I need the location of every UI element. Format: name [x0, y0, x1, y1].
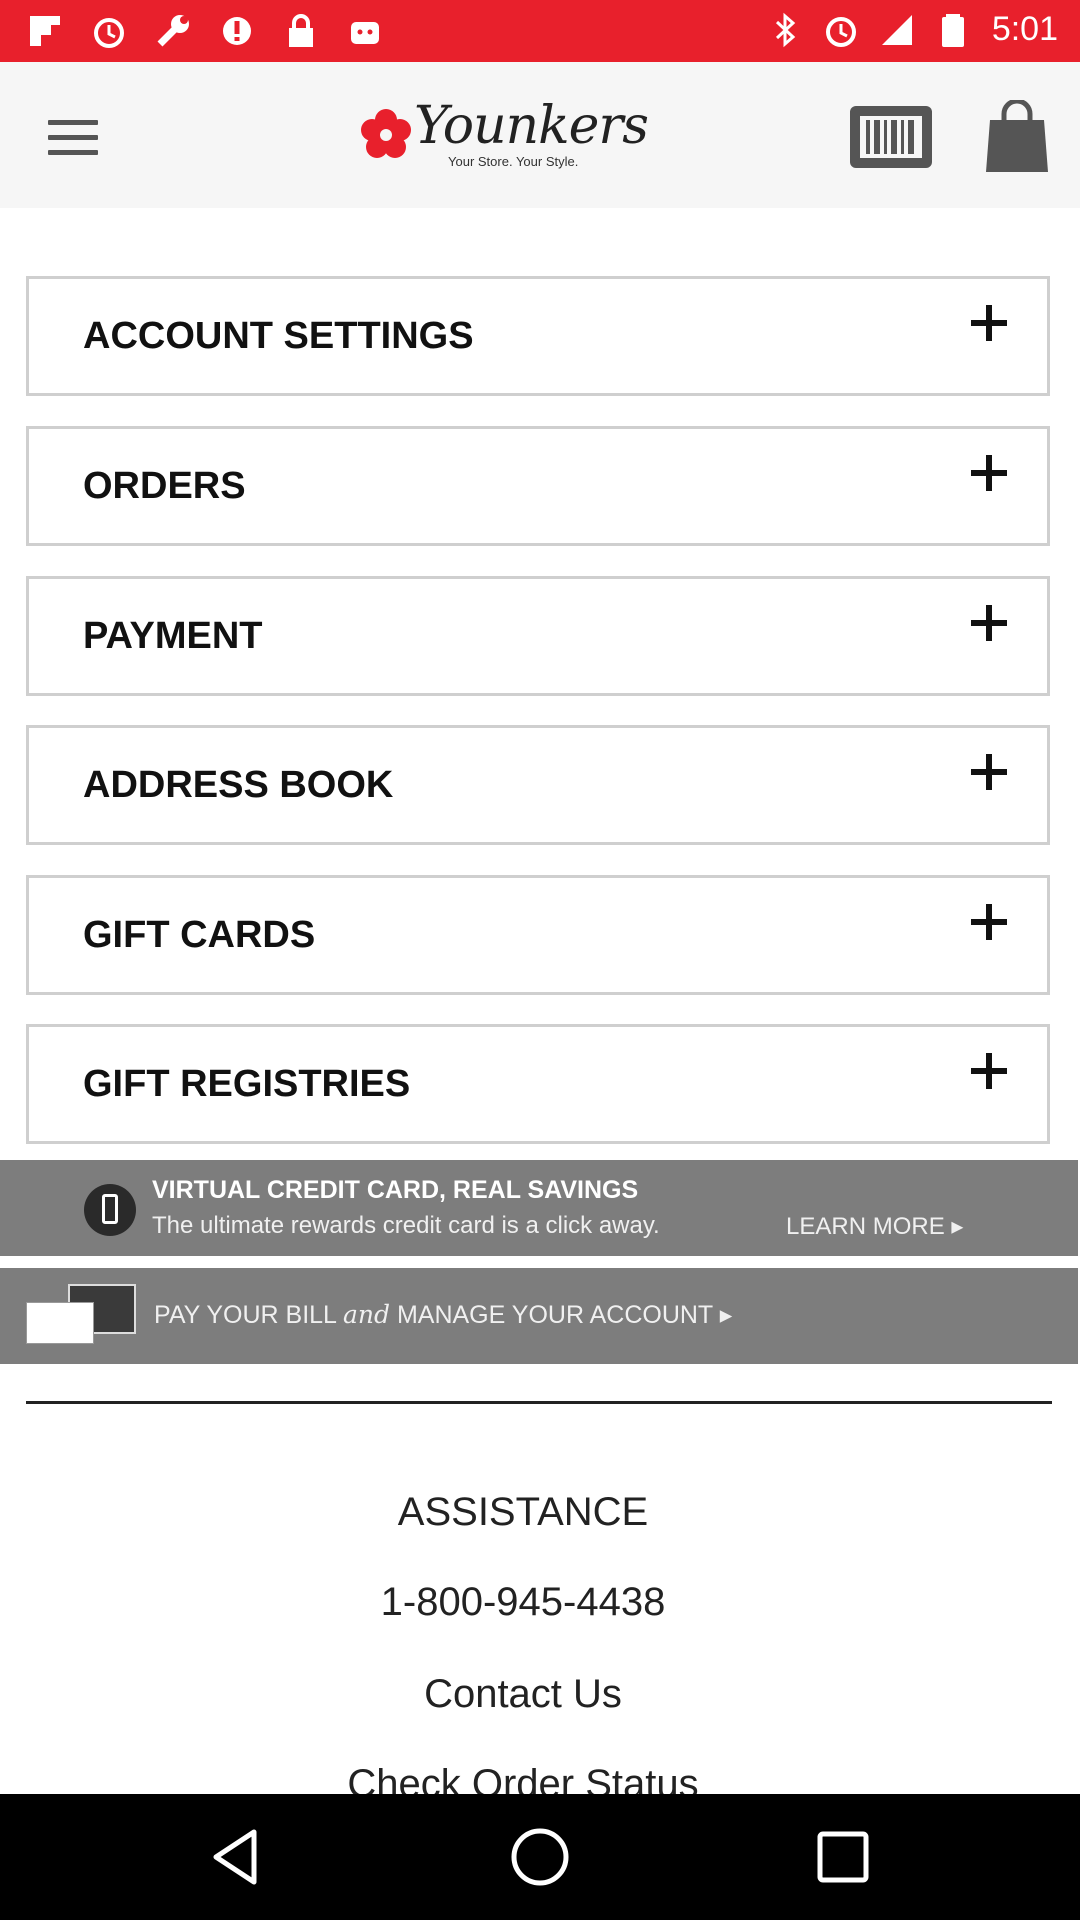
assistance-heading: ASSISTANCE	[397, 1490, 649, 1534]
contact-us-link[interactable]: Contact Us	[0, 1672, 1046, 1717]
menu-item-label: GIFT REGISTRIES	[83, 1063, 411, 1105]
manage-account-text: MANAGE YOUR ACCOUNT	[396, 1301, 713, 1329]
signal-icon	[881, 14, 912, 45]
recent-apps-icon[interactable]	[810, 1824, 876, 1890]
bluetooth-icon	[775, 12, 796, 47]
triangle-right-icon: ▸	[951, 1213, 964, 1240]
status-bar: 5:01	[0, 0, 1080, 62]
learn-more-label: LEARN MORE	[786, 1213, 945, 1240]
expand-plus-icon[interactable]	[971, 904, 1007, 940]
alarm-icon	[94, 18, 124, 48]
younkers-logo[interactable]: Younkers Your Store. Your Style.	[360, 96, 649, 174]
menu-item-address-book[interactable]: ADDRESS BOOK	[26, 725, 1050, 845]
menu-item-label: PAYMENT	[83, 615, 263, 657]
learn-more-link[interactable]: LEARN MORE ▸	[786, 1212, 963, 1241]
app-header: Younkers Your Store. Your Style.	[0, 62, 1080, 208]
pay-bill-banner[interactable]: PAY YOUR BILL and MANAGE YOUR ACCOUNT ▸	[0, 1268, 1078, 1364]
phone-number-link[interactable]: 1-800-945-4438	[0, 1580, 1046, 1625]
menu-item-gift-registries[interactable]: GIFT REGISTRIES	[26, 1024, 1050, 1144]
brand-tagline: Your Store. Your Style.	[448, 154, 579, 169]
mobile-phone-icon	[84, 1184, 136, 1236]
menu-item-label: ADDRESS BOOK	[83, 764, 394, 806]
expand-plus-icon[interactable]	[971, 1053, 1007, 1089]
expand-plus-icon[interactable]	[971, 605, 1007, 641]
lock-icon	[289, 14, 313, 47]
divider	[26, 1401, 1052, 1404]
status-time: 5:01	[991, 10, 1058, 48]
home-icon[interactable]	[507, 1824, 573, 1890]
battery-icon	[941, 13, 964, 47]
credit-banner-subtitle: The ultimate rewards credit card is a cl…	[152, 1212, 660, 1239]
shopping-bag-icon[interactable]	[986, 100, 1048, 172]
menu-item-label: GIFT CARDS	[83, 914, 316, 956]
flipboard-icon	[30, 16, 60, 46]
menu-item-label: ACCOUNT SETTINGS	[83, 315, 474, 357]
credit-banner-title: VIRTUAL CREDIT CARD, REAL SAVINGS	[152, 1176, 639, 1204]
flower-logo-icon	[361, 109, 411, 158]
warning-icon	[223, 17, 251, 45]
wrench-icon	[157, 15, 189, 47]
menu-item-payment[interactable]: PAYMENT	[26, 576, 1050, 696]
brand-name: Younkers	[414, 96, 649, 156]
expand-plus-icon[interactable]	[971, 455, 1007, 491]
hamburger-menu-icon[interactable]	[48, 120, 98, 156]
pay-bill-text: PAY YOUR BILL	[154, 1301, 337, 1329]
triangle-right-icon: ▸	[719, 1301, 733, 1329]
system-nav-bar	[0, 1794, 1080, 1920]
alarm-icon	[825, 16, 856, 47]
credit-card-banner[interactable]: VIRTUAL CREDIT CARD, REAL SAVINGS The ul…	[0, 1160, 1078, 1256]
pay-bill-and: and	[342, 1300, 390, 1329]
expand-plus-icon[interactable]	[971, 754, 1007, 790]
menu-item-label: ORDERS	[83, 465, 246, 507]
barcode-scan-icon[interactable]	[850, 106, 932, 168]
credit-card-icon	[26, 1284, 136, 1344]
expand-plus-icon[interactable]	[971, 305, 1007, 341]
android-icon	[351, 22, 379, 44]
menu-item-gift-cards[interactable]: GIFT CARDS	[26, 875, 1050, 995]
back-icon[interactable]	[204, 1824, 270, 1890]
menu-item-account-settings[interactable]: ACCOUNT SETTINGS	[26, 276, 1050, 396]
menu-item-orders[interactable]: ORDERS	[26, 426, 1050, 546]
pay-bill-link[interactable]: PAY YOUR BILL and MANAGE YOUR ACCOUNT ▸	[154, 1300, 732, 1330]
